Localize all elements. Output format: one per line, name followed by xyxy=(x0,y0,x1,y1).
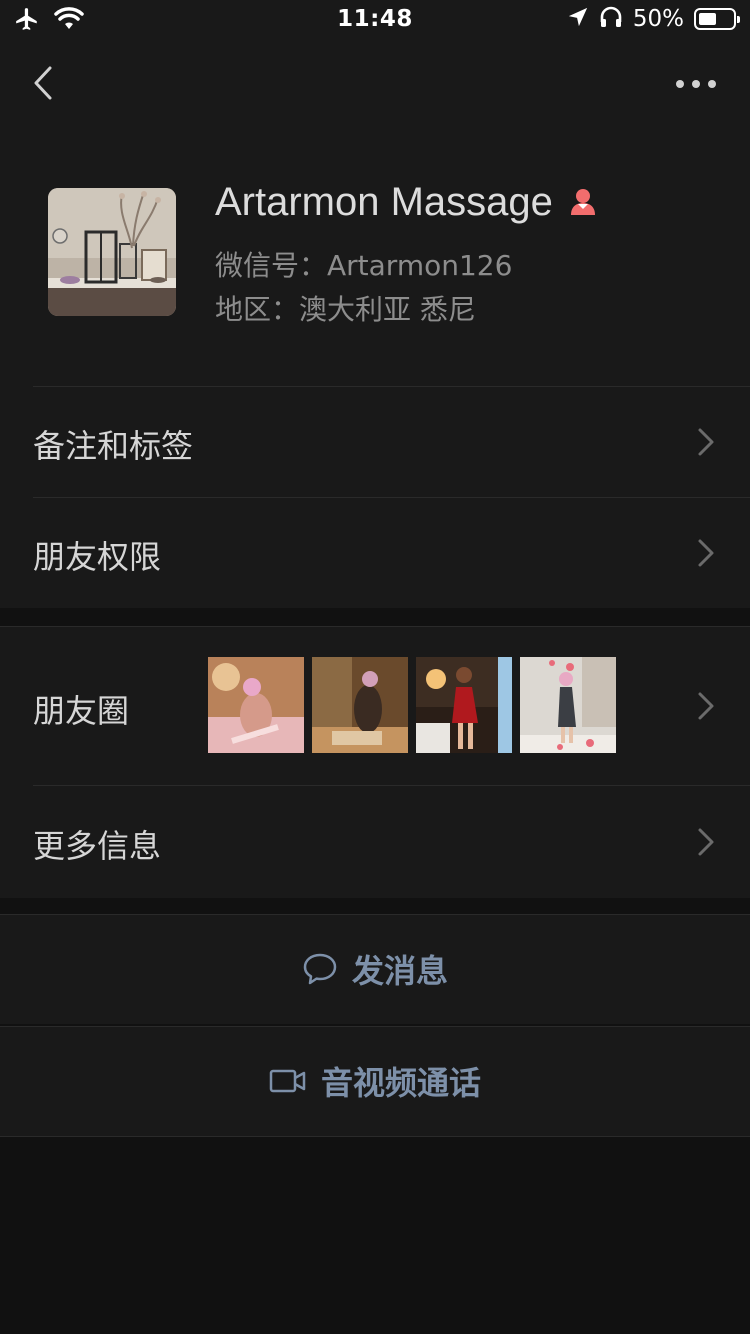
female-icon xyxy=(567,185,599,221)
more-button[interactable] xyxy=(674,70,718,98)
divider xyxy=(0,1136,750,1137)
battery-nub xyxy=(737,16,740,23)
nav-bar xyxy=(0,40,750,128)
cell-moments-label: 朋友圈 xyxy=(33,692,130,730)
chevron-left-icon xyxy=(34,66,52,100)
region: 地区：澳大利亚 悉尼 xyxy=(215,293,476,326)
video-call-label: 音视频通话 xyxy=(320,1064,481,1102)
chevron-right-icon xyxy=(698,428,714,456)
moments-group: 朋友圈 更多信息 xyxy=(0,626,750,898)
video-call-content: 音视频通话 xyxy=(0,1026,750,1136)
send-message-label: 发消息 xyxy=(351,952,448,990)
chat-bubble-icon xyxy=(303,953,337,985)
settings-group: 备注和标签 朋友权限 xyxy=(0,386,750,608)
cell-friend-permissions-label: 朋友权限 xyxy=(33,538,162,576)
headphones-icon xyxy=(599,6,623,32)
moment-photo[interactable] xyxy=(208,657,304,753)
cell-moments[interactable]: 朋友圈 xyxy=(0,626,750,785)
status-bar: 11:48 50% xyxy=(0,0,750,40)
moment-photo[interactable] xyxy=(416,657,512,753)
cell-more-info[interactable]: 更多信息 xyxy=(0,785,750,898)
battery-icon xyxy=(694,8,740,30)
moment-photo[interactable] xyxy=(520,657,616,753)
send-message-content: 发消息 xyxy=(0,914,750,1024)
location-icon xyxy=(567,6,589,32)
send-message-button[interactable]: 发消息 xyxy=(0,914,750,1024)
moments-thumbnails xyxy=(208,657,616,753)
cell-more-info-label: 更多信息 xyxy=(33,827,162,865)
status-right: 50% xyxy=(567,6,740,32)
battery-fill xyxy=(699,13,716,25)
video-camera-icon xyxy=(269,1069,306,1093)
video-call-button[interactable]: 音视频通话 xyxy=(0,1026,750,1137)
chevron-right-icon xyxy=(698,828,714,856)
name-row: Artarmon Massage xyxy=(215,180,599,225)
contact-profile-screen: 11:48 50% Artarmon Massage 微信号：Artarmon1… xyxy=(0,0,750,1334)
cell-remarks-tags-label: 备注和标签 xyxy=(33,427,194,465)
battery-percent: 50% xyxy=(632,6,684,32)
contact-name: Artarmon Massage xyxy=(215,180,553,224)
more-dots-icon xyxy=(676,80,716,88)
chevron-right-icon xyxy=(698,692,714,720)
wechat-id: 微信号：Artarmon126 xyxy=(215,249,513,282)
avatar[interactable] xyxy=(48,188,176,316)
cell-friend-permissions[interactable]: 朋友权限 xyxy=(0,497,750,608)
chevron-right-icon xyxy=(698,539,714,567)
back-button[interactable] xyxy=(24,60,64,106)
cell-remarks-tags[interactable]: 备注和标签 xyxy=(0,386,750,497)
profile-header: Artarmon Massage 微信号：Artarmon126 地区：澳大利亚… xyxy=(0,128,750,386)
moment-photo[interactable] xyxy=(312,657,408,753)
